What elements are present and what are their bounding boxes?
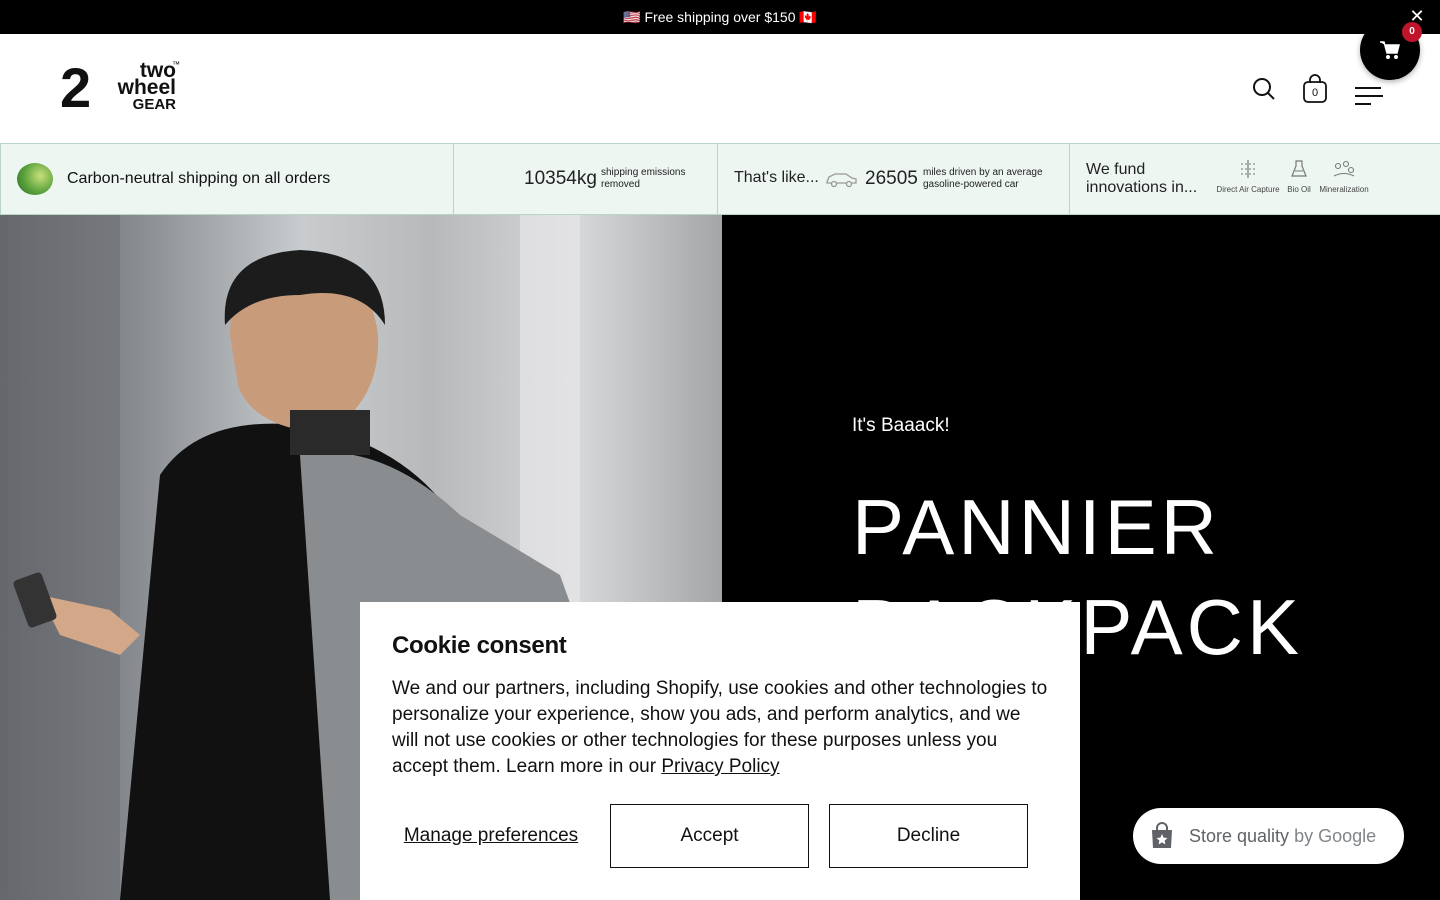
mineralization-icon bbox=[1333, 160, 1355, 177]
google-badge-label: Store quality bbox=[1189, 825, 1290, 846]
car-icon bbox=[826, 173, 857, 188]
search-icon[interactable] bbox=[1251, 76, 1277, 102]
shopping-bag-star-icon bbox=[1152, 822, 1172, 848]
emissions-value: 10354kg bbox=[524, 168, 597, 189]
announcement-bar: 🇺🇸 Free shipping over $150 🇨🇦 ✕ bbox=[0, 0, 1440, 34]
innovation-bio-oil: Bio Oil bbox=[1282, 158, 1316, 194]
miles-label: miles driven by an average gasoline-powe… bbox=[923, 167, 1043, 190]
air-capture-icon bbox=[1241, 160, 1255, 178]
innovation-direct-air: Direct Air Capture bbox=[1216, 158, 1280, 194]
logo-numeral: 2 bbox=[60, 56, 92, 119]
accept-button[interactable]: Accept bbox=[610, 804, 809, 868]
cart-bag-icon[interactable]: 0 bbox=[1302, 74, 1328, 103]
google-badge-text: Store quality by Google bbox=[1189, 826, 1376, 847]
cookie-consent-dialog: Cookie consent We and our partners, incl… bbox=[360, 602, 1080, 900]
hero-kicker: It's Baaack! bbox=[852, 415, 950, 436]
innovation-mineralization: Mineralization bbox=[1316, 158, 1372, 194]
eco-impact-bar: Carbon-neutral shipping on all orders 10… bbox=[0, 143, 1440, 215]
cart-icon bbox=[1380, 41, 1400, 59]
miles-value: 26505 bbox=[865, 168, 918, 189]
decline-button[interactable]: Decline bbox=[829, 804, 1028, 868]
thats-like-text: That's like... bbox=[734, 169, 819, 186]
eco-emissions-cell: 10354kg shipping emissions removed bbox=[453, 144, 717, 214]
google-badge-by: by Google bbox=[1289, 825, 1377, 846]
bio-oil-icon bbox=[1291, 160, 1307, 177]
eco-miles-cell: That's like... 26505 miles driven by an … bbox=[717, 144, 1069, 214]
floating-cart-button[interactable]: 0 bbox=[1360, 20, 1422, 80]
logo-line-gear: GEAR bbox=[132, 96, 176, 113]
fund-label: We fund innovations in... bbox=[1086, 161, 1198, 196]
site-header: 2 two wheel GEAR ™ 0 bbox=[0, 34, 1440, 144]
privacy-policy-link[interactable]: Privacy Policy bbox=[661, 756, 779, 777]
innovation-label: Mineralization bbox=[1319, 185, 1369, 194]
cookie-body: We and our partners, including Shopify, … bbox=[392, 676, 1048, 780]
hero-title-line-1: PANNIER bbox=[852, 483, 1221, 571]
innovation-label: Bio Oil bbox=[1287, 185, 1311, 194]
cart-count: 0 bbox=[1311, 87, 1319, 99]
logo-line-wheel: wheel bbox=[117, 76, 176, 99]
manage-preferences-button[interactable]: Manage preferences bbox=[392, 804, 590, 868]
announcement-text: 🇺🇸 Free shipping over $150 🇨🇦 bbox=[623, 8, 817, 25]
logo-trademark: ™ bbox=[172, 60, 180, 69]
floating-cart-badge: 0 bbox=[1402, 22, 1422, 42]
emissions-label: shipping emissions removed bbox=[601, 167, 686, 190]
eco-shipping-text: Carbon-neutral shipping on all orders bbox=[67, 170, 331, 187]
logo-wordmark: two wheel GEAR bbox=[98, 60, 176, 113]
leaf-icon bbox=[17, 163, 53, 195]
menu-icon[interactable] bbox=[1355, 86, 1383, 106]
google-store-quality-badge[interactable]: Store quality by Google bbox=[1133, 808, 1404, 864]
eco-shipping-cell: Carbon-neutral shipping on all orders bbox=[0, 144, 453, 214]
eco-fund-cell: We fund innovations in... Direct Air Cap… bbox=[1069, 144, 1440, 214]
cookie-title: Cookie consent bbox=[392, 632, 567, 659]
cookie-actions: Manage preferences Accept Decline bbox=[392, 804, 1028, 868]
site-logo[interactable]: 2 two wheel GEAR ™ bbox=[60, 60, 185, 120]
innovation-label: Direct Air Capture bbox=[1216, 185, 1280, 194]
